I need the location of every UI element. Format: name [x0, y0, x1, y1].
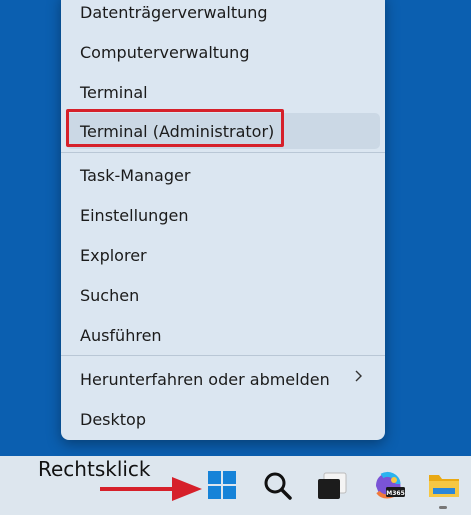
copilot-m365-icon[interactable]: M365 [372, 468, 406, 506]
menu-item-einstellungen[interactable]: Einstellungen [66, 197, 380, 233]
menu-item-label: Einstellungen [80, 205, 189, 225]
menu-item-task-manager[interactable]: Task-Manager [66, 157, 380, 193]
menu-item-explorer[interactable]: Explorer [66, 237, 380, 273]
menu-item-datentraegerverwaltung[interactable]: Datenträgerverwaltung [66, 0, 380, 30]
menu-item-label: Explorer [80, 245, 147, 265]
menu-item-label: Computerverwaltung [80, 42, 250, 62]
task-view-icon[interactable] [316, 471, 348, 505]
search-icon[interactable] [263, 471, 293, 505]
menu-item-label: Task-Manager [80, 165, 191, 185]
windows-start-icon[interactable] [207, 470, 237, 504]
highlight-box [66, 109, 284, 147]
menu-item-label: Suchen [80, 285, 140, 305]
menu-item-terminal[interactable]: Terminal [66, 74, 380, 110]
m365-label: M365 [386, 490, 405, 497]
menu-item-label: Desktop [80, 409, 146, 429]
running-indicator [439, 506, 447, 509]
menu-item-herunterfahren[interactable]: Herunterfahren oder abmelden [66, 361, 380, 397]
menu-item-desktop[interactable]: Desktop [66, 401, 380, 437]
menu-item-ausfuehren[interactable]: Ausführen [66, 317, 380, 353]
menu-item-label: Ausführen [80, 325, 162, 345]
menu-separator [61, 355, 385, 356]
annotation-arrow-icon [100, 477, 202, 501]
menu-item-label: Datenträgerverwaltung [80, 2, 268, 22]
file-explorer-icon[interactable] [427, 471, 461, 509]
menu-item-computerverwaltung[interactable]: Computerverwaltung [66, 34, 380, 70]
context-menu: Datenträgerverwaltung Computerverwaltung… [61, 0, 385, 440]
chevron-right-icon [354, 370, 362, 386]
menu-item-label: Terminal [80, 82, 148, 102]
menu-item-suchen[interactable]: Suchen [66, 277, 380, 313]
menu-item-label: Herunterfahren oder abmelden [80, 369, 330, 389]
menu-separator [61, 152, 385, 153]
